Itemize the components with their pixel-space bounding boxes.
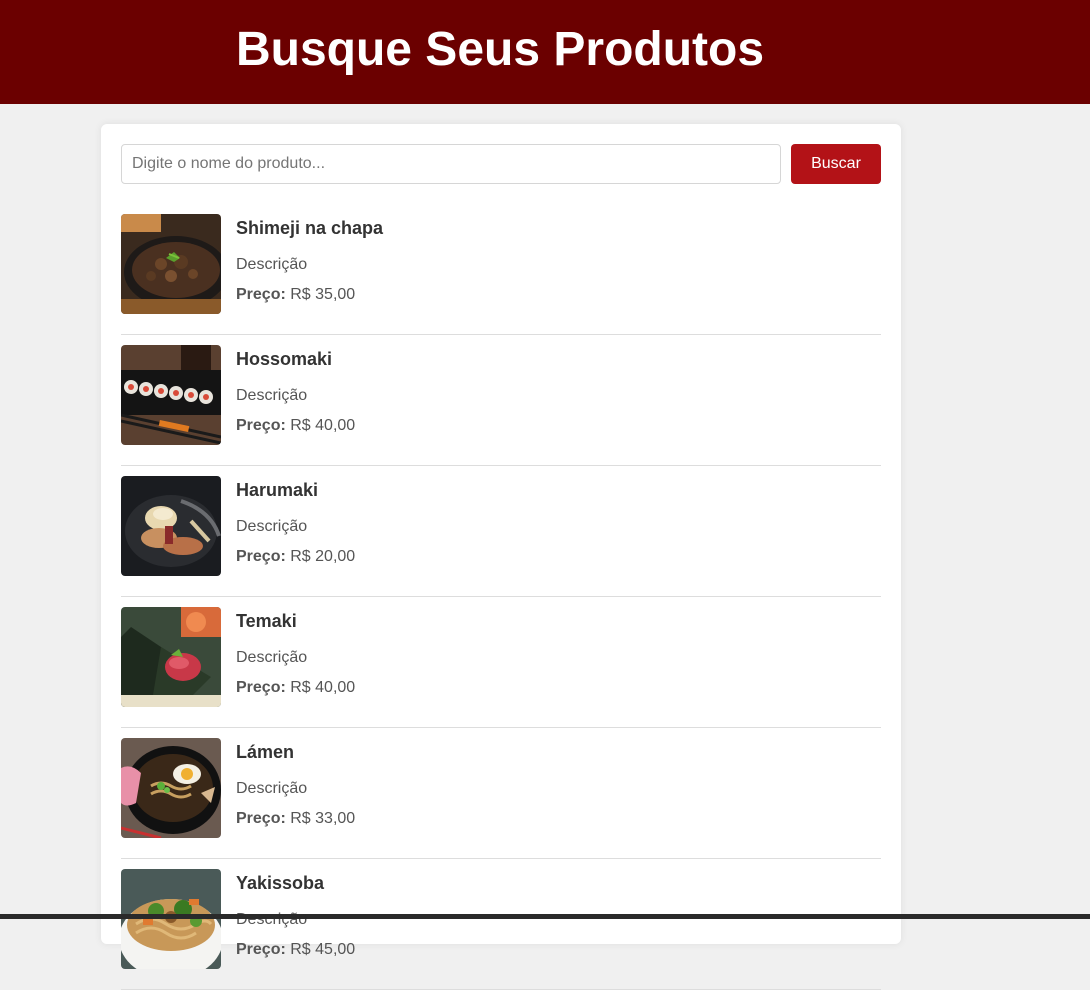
- price-label: Preço:: [236, 810, 286, 827]
- product-name: Hossomaki: [236, 349, 333, 369]
- yakissoba-photo: [121, 869, 221, 969]
- product-image: [121, 476, 221, 576]
- price-label: Preço:: [236, 417, 286, 434]
- lamen-photo: [121, 738, 221, 838]
- price-value: R$ 40,00: [290, 417, 356, 434]
- price-label: Preço:: [236, 941, 286, 958]
- product-image: [121, 214, 221, 314]
- product-item[interactable]: Lámen Descrição Preço: R$ 33,00: [121, 738, 881, 859]
- price-value: R$ 20,00: [290, 548, 356, 565]
- price-label: Preço:: [236, 286, 286, 303]
- harumaki-photo: [121, 476, 221, 576]
- product-price: Preço: R$ 20,00: [236, 548, 355, 566]
- search-button[interactable]: Buscar: [791, 144, 881, 184]
- price-value: R$ 33,00: [290, 810, 356, 827]
- product-price: Preço: R$ 40,00: [236, 679, 355, 697]
- search-card: Buscar: [101, 124, 901, 990]
- product-name: Lámen: [236, 742, 295, 762]
- product-name: Harumaki: [236, 480, 319, 500]
- window-bottom-edge: [0, 914, 1090, 919]
- product-image: [121, 869, 221, 969]
- product-name: Yakissoba: [236, 873, 325, 893]
- price-label: Preço:: [236, 548, 286, 565]
- product-description: Descrição: [236, 518, 308, 535]
- product-description: Descrição: [236, 256, 308, 273]
- product-description: Descrição: [236, 387, 308, 404]
- product-price: Preço: R$ 40,00: [236, 417, 355, 435]
- product-image: [121, 607, 221, 707]
- price-value: R$ 40,00: [290, 679, 356, 696]
- product-item[interactable]: Harumaki Descrição Preço: R$ 20,00: [121, 476, 881, 597]
- page-header: Busque Seus Produtos: [0, 0, 1090, 104]
- price-value: R$ 45,00: [290, 941, 356, 958]
- shimeji-dish-photo: [121, 214, 221, 314]
- page-title: Busque Seus Produtos: [235, 23, 765, 76]
- product-item[interactable]: Yakissoba Descrição Preço: R$ 45,00: [121, 869, 881, 990]
- product-image: [121, 345, 221, 445]
- product-name: Shimeji na chapa: [236, 218, 384, 238]
- price-value: R$ 35,00: [290, 286, 356, 303]
- price-label: Preço:: [236, 679, 286, 696]
- product-name: Temaki: [236, 611, 297, 631]
- product-item[interactable]: Temaki Descrição Preço: R$ 40,00: [121, 607, 881, 728]
- search-bar: Buscar: [121, 144, 881, 184]
- search-input[interactable]: [121, 144, 781, 184]
- product-description: Descrição: [236, 780, 308, 797]
- product-price: Preço: R$ 33,00: [236, 810, 355, 828]
- product-description: Descrição: [236, 649, 308, 666]
- product-list: Shimeji na chapa Descrição Preço: R$ 35,…: [121, 214, 881, 990]
- product-price: Preço: R$ 45,00: [236, 941, 355, 959]
- product-item[interactable]: Shimeji na chapa Descrição Preço: R$ 35,…: [121, 214, 881, 335]
- product-price: Preço: R$ 35,00: [236, 286, 355, 304]
- product-item[interactable]: Hossomaki Descrição Preço: R$ 40,00: [121, 345, 881, 466]
- product-image: [121, 738, 221, 838]
- temaki-photo: [121, 607, 221, 707]
- hossomaki-photo: [121, 345, 221, 445]
